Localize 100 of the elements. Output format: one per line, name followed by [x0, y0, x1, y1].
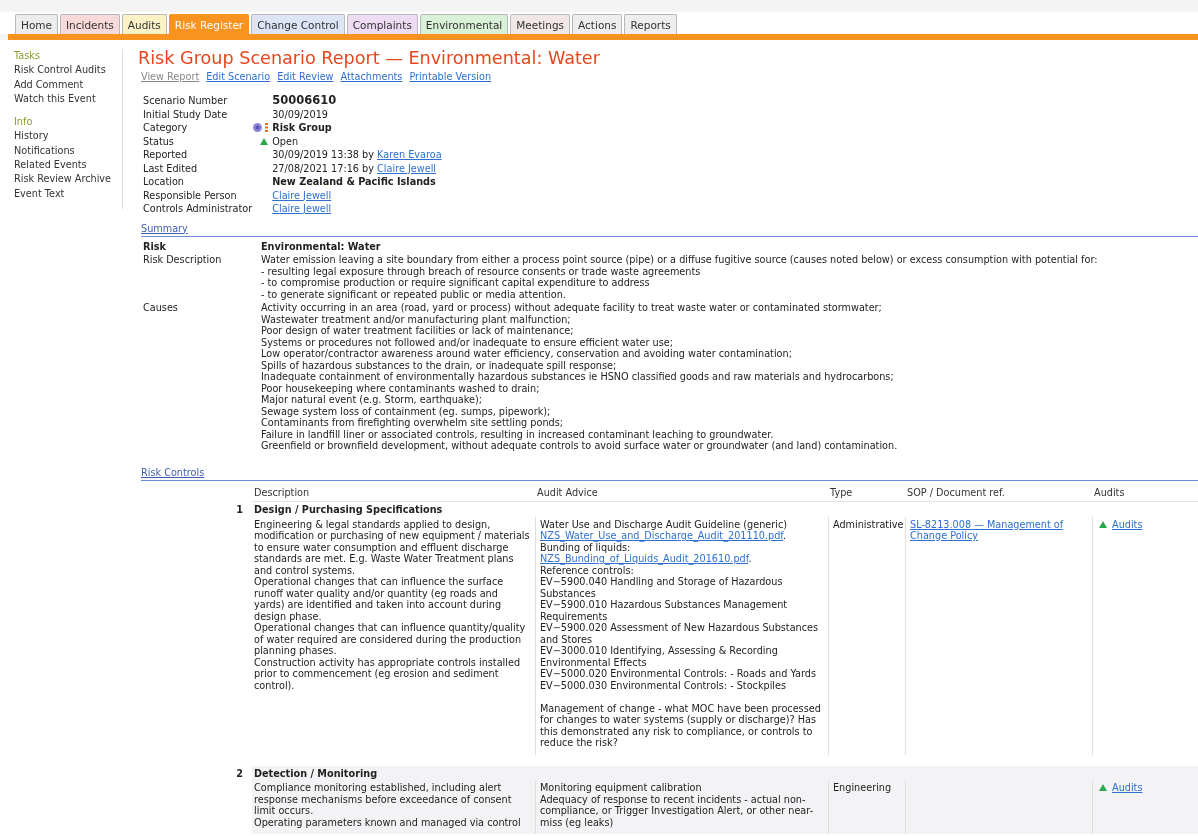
- nav-tab[interactable]: Meetings: [510, 14, 571, 34]
- description-text: Operating parameters known and managed via control: [254, 816, 522, 828]
- description-text: Operational changes that can influence the surface runoff water quality and/or quantity (eg roads and yards) are identified and taken into account during design phase.: [254, 576, 505, 622]
- control-type: Engineering: [833, 782, 892, 793]
- field-label: Location: [143, 175, 185, 189]
- report-link[interactable]: Printable Version: [409, 71, 492, 82]
- description-text: Compliance monitoring established, including alert response mechanisms before exceedance of consent limit occurs.: [254, 782, 513, 817]
- sidebar-link[interactable]: History: [14, 129, 122, 144]
- advice-text: Monitoring equipment calibration: [540, 782, 703, 794]
- advice-text: EV−5900.020 Assessment of New Hazardous Substances and Stores: [540, 622, 820, 645]
- field-value: - to generate significant or repeated public or media attention.: [261, 288, 567, 300]
- nav-tab[interactable]: Audits: [121, 14, 167, 34]
- advice-text: NZS_Water_Use_and_Discharge_Audit_201110.pdf.: [540, 530, 788, 542]
- triangle-icon: [1099, 520, 1107, 528]
- field-value: Poor design of water treatment facilities or lack of maintenance;: [261, 325, 575, 337]
- advice-text: Water Use and Discharge Audit Guideline (generic): [540, 518, 789, 530]
- page-title: Risk Group Scenario Report — Environmental: Water: [138, 48, 601, 68]
- advice-text: Management of change - what MOC have been processed for changes to water systems (supply or discharge)? Has this demonstrated any risk to compliance, or controls to reduce the risk?: [540, 702, 822, 749]
- report-link[interactable]: View Report: [141, 71, 200, 82]
- advice-text: Adequacy of response to recent incidents - actual non-compliance, or Trigger Investigation Alert, or other near-miss (eg leaks): [540, 793, 815, 828]
- field-value: Failure in landfill liner or associated controls, resulting in increased contaminant leaching to groundwater.: [261, 428, 775, 440]
- field-label: Risk: [143, 240, 167, 252]
- field-value: Water emission leaving a site boundary from either a process point source (pipe) or a diffuse fugitive source (causes noted below) or excess consumption with potential for:: [261, 254, 1099, 266]
- field-value: Contaminants from firefighting overwhelm site settling ponds;: [261, 417, 564, 429]
- field-label: Status: [143, 134, 175, 148]
- sidebar-link[interactable]: Risk Review Archive: [14, 172, 122, 187]
- advice-text: Reference controls:: [540, 564, 634, 576]
- nav-tab[interactable]: Home: [15, 14, 58, 34]
- row-number: 2: [235, 766, 244, 781]
- sidebar-heading: Info: [14, 115, 34, 130]
- report-link[interactable]: Attachments: [340, 71, 403, 82]
- advice-text: EV−5000.020 Environmental Controls: - Roads and Yards: [540, 668, 817, 680]
- field-label: Risk Description: [143, 254, 223, 267]
- person-link[interactable]: Claire Jewell: [377, 162, 437, 174]
- field-value: Greenfield or brownfield development, without adequate controls to avoid surface water or groundwater (and land) contamination.: [261, 440, 899, 452]
- nav-tab[interactable]: Complaints: [346, 14, 418, 34]
- nav-tab[interactable]: Incidents: [60, 14, 120, 34]
- field-label: Responsible Person: [143, 188, 238, 202]
- document-link[interactable]: SL-8213.008 — Management of Change Policy: [910, 518, 1088, 542]
- section-heading[interactable]: Risk Controls: [141, 466, 205, 478]
- description-text: Construction activity has appropriate controls installed prior to commencement (eg erosion and sediment control).: [254, 656, 522, 691]
- triangle-icon: [1099, 784, 1107, 792]
- field-value: 30/09/2019 13:38 by: [272, 149, 374, 160]
- field-value: Major natural event (e.g. Storm, earthquake);: [261, 394, 484, 406]
- column-header: Type: [829, 485, 854, 500]
- control-title: Detection / Monitoring: [254, 767, 378, 779]
- description-text: Engineering & legal standards applied to design, modification or purchasing of new equipment / materials to ensure water consumption and effluent discharge standards are met. E.g. Waste Water Treatment plans and control systems.: [254, 518, 531, 576]
- exclamation-icon: [265, 122, 269, 133]
- field-value: 50006610: [272, 93, 337, 107]
- sidebar-link[interactable]: Add Comment: [14, 77, 122, 92]
- row-number: 1: [235, 503, 244, 517]
- advice-text: EV−3000.010 Identifying, Assessing & Recording Environmental Effects: [540, 645, 779, 668]
- advice-text: Bunding of liquids:: [540, 541, 631, 553]
- field-value: 27/08/2021 17:16 by: [272, 162, 374, 174]
- person-link[interactable]: Karen Evaroa: [377, 149, 442, 160]
- section-heading[interactable]: Summary: [141, 222, 188, 234]
- column-header: Description: [253, 485, 311, 500]
- nav-tab[interactable]: Change Control: [251, 14, 345, 34]
- field-value: Systems or procedures not followed and/or inadequate to ensure efficient water use;: [261, 336, 674, 348]
- sidebar-link[interactable]: Related Events: [14, 158, 122, 173]
- report-link[interactable]: Edit Review: [277, 71, 334, 82]
- field-value: Risk Group: [272, 122, 332, 133]
- field-label: Last Edited: [143, 161, 199, 175]
- audits-link[interactable]: Audits: [1112, 782, 1143, 794]
- field-value: - resulting legal exposure through breach of resource consents or trade waste agreements: [261, 265, 702, 277]
- column-header: SOP / Document ref.: [906, 485, 1006, 500]
- audits-link[interactable]: Audits: [1112, 518, 1143, 530]
- field-value: Inadequate containment of environmentally hazardous substances ie HSNO classified goods and raw materials and hydrocarbons;: [261, 371, 895, 383]
- column-header: Audits: [1093, 485, 1126, 500]
- nav-tab[interactable]: Environmental: [419, 14, 509, 34]
- sidebar-link[interactable]: Notifications: [14, 143, 122, 159]
- person-link[interactable]: Claire Jewell: [272, 203, 332, 214]
- sidebar-link[interactable]: Event Text: [14, 186, 122, 201]
- field-value: New Zealand & Pacific Islands: [272, 176, 436, 187]
- field-label: Causes: [143, 302, 179, 315]
- control-type: Administrative: [833, 518, 904, 530]
- control-title: Design / Purchasing Specifications: [254, 504, 443, 515]
- advice-text: EV−5900.010 Hazardous Substances Management Requirements: [540, 599, 789, 622]
- field-value: Low operator/contractor awareness around water efficiency, conservation and avoiding water contamination;: [261, 348, 793, 360]
- triangle-icon: [260, 137, 269, 145]
- nav-tab[interactable]: Actions: [572, 14, 623, 34]
- nav-tab[interactable]: Reports: [624, 14, 677, 34]
- sidebar-link[interactable]: Watch this Event: [14, 91, 122, 107]
- field-value: - to compromise production or require significant capital expenditure to address: [261, 277, 651, 289]
- advice-text: NZS_Bunding_of_Liquids_Audit_201610.pdf.: [540, 553, 753, 565]
- sidebar-link[interactable]: Risk Control Audits: [14, 63, 122, 78]
- circle-icon: [253, 123, 263, 133]
- description-text: Operational changes that can influence quantity/quality of water required are considered during the production planning phases.: [254, 622, 527, 657]
- field-value: Open: [272, 135, 299, 147]
- field-label: Category: [143, 121, 189, 135]
- field-value: Spills of hazardous substances to the drain, or inadequate spill response;: [261, 359, 618, 371]
- sidebar-heading: Tasks: [14, 49, 41, 63]
- column-header: Audit Advice: [536, 485, 599, 500]
- field-value: 30/09/2019: [272, 108, 329, 120]
- field-value: Activity occurring in an area (road, yard or process) without adequate facility to treat waste water or contaminated stormwater;: [261, 302, 883, 314]
- field-label: Controls Administrator: [143, 202, 253, 216]
- report-link[interactable]: Edit Scenario: [206, 71, 271, 82]
- field-value: Wastewater treatment and/or manufacturing plant malfunction;: [261, 313, 572, 325]
- field-label: Initial Study Date: [143, 107, 229, 121]
- person-link[interactable]: Claire Jewell: [272, 189, 332, 201]
